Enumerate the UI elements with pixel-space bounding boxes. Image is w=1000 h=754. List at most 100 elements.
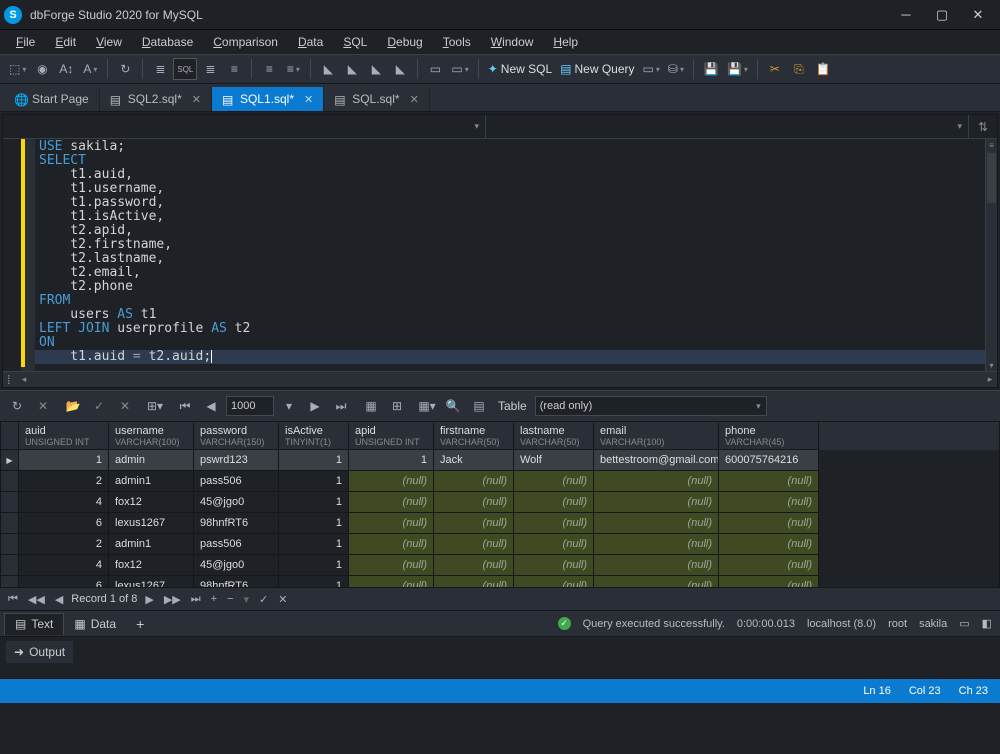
window-icon[interactable]: ▭: [424, 58, 446, 80]
table-row[interactable]: 2admin1pass5061(null)(null)(null)(null)(…: [1, 534, 999, 555]
menu-window[interactable]: Window: [483, 33, 542, 51]
cell[interactable]: (null): [434, 492, 514, 513]
row-handle[interactable]: [1, 450, 19, 471]
cell[interactable]: 1: [349, 450, 434, 471]
menu-database[interactable]: Database: [134, 33, 201, 51]
cell[interactable]: (null): [719, 555, 819, 576]
row-handle[interactable]: [1, 492, 19, 513]
row-handle[interactable]: [1, 471, 19, 492]
cell[interactable]: 45@jgo0: [194, 555, 279, 576]
grid-options-icon[interactable]: ⊞▾: [144, 395, 166, 417]
paste-icon[interactable]: 📋: [812, 58, 834, 80]
folder-icon[interactable]: ▭▾: [640, 58, 663, 80]
grid-body[interactable]: 1adminpswrd12311JackWolfbettestroom@gmai…: [1, 450, 999, 587]
cell[interactable]: 600075764216: [719, 450, 819, 471]
scrollbar-thumb[interactable]: [987, 153, 996, 203]
nav-add-icon[interactable]: +: [209, 593, 219, 605]
last-page-icon[interactable]: ⏭: [330, 395, 352, 417]
code-line[interactable]: t1.password,: [39, 196, 981, 210]
cell[interactable]: (null): [719, 471, 819, 492]
code-line[interactable]: LEFT JOIN userprofile AS t2: [39, 322, 981, 336]
cell[interactable]: (null): [719, 534, 819, 555]
camera-icon[interactable]: ◉: [31, 58, 53, 80]
menu-view[interactable]: View: [88, 33, 130, 51]
cell[interactable]: (null): [349, 576, 434, 587]
outdent-icon[interactable]: ≣: [199, 58, 221, 80]
prev-page-icon[interactable]: ◀: [200, 395, 222, 417]
nav-last-icon[interactable]: ⏭: [189, 593, 203, 606]
cell[interactable]: 6: [19, 513, 109, 534]
menu-debug[interactable]: Debug: [379, 33, 430, 51]
split-handle-icon[interactable]: ⡇: [3, 372, 17, 387]
nav-cancel-icon[interactable]: ✕: [276, 593, 289, 606]
cell[interactable]: (null): [594, 576, 719, 587]
code-line[interactable]: t2.lastname,: [39, 252, 981, 266]
table-row[interactable]: 6lexus126798hnfRT61(null)(null)(null)(nu…: [1, 576, 999, 587]
indent-icon[interactable]: ≣: [149, 58, 171, 80]
data-tab[interactable]: ▦Data: [64, 613, 126, 635]
scroll-right-icon[interactable]: ▸: [983, 372, 997, 387]
cell[interactable]: lexus1267: [109, 513, 194, 534]
cancel-icon[interactable]: ✕: [32, 395, 54, 417]
cell[interactable]: bettestroom@gmail.com: [594, 450, 719, 471]
code-line[interactable]: FROM: [39, 294, 981, 308]
table-row[interactable]: 4fox1245@jgo01(null)(null)(null)(null)(n…: [1, 555, 999, 576]
code-line[interactable]: t2.firstname,: [39, 238, 981, 252]
cell[interactable]: (null): [514, 576, 594, 587]
breakpoint-margin[interactable]: [3, 139, 21, 371]
cell[interactable]: (null): [719, 576, 819, 587]
cell[interactable]: lexus1267: [109, 576, 194, 587]
cell[interactable]: (null): [349, 513, 434, 534]
window2-icon[interactable]: ▭▾: [448, 58, 471, 80]
cell[interactable]: (null): [514, 471, 594, 492]
cell[interactable]: 2: [19, 534, 109, 555]
column-firstname[interactable]: firstnameVARCHAR(50): [434, 422, 514, 450]
cell[interactable]: 1: [279, 555, 349, 576]
close-tab-icon[interactable]: ✕: [304, 93, 313, 106]
column-auid[interactable]: auidUNSIGNED INT: [19, 422, 109, 450]
code-line[interactable]: t1.isActive,: [39, 210, 981, 224]
cell[interactable]: (null): [719, 492, 819, 513]
refresh-results-icon[interactable]: ↻: [6, 395, 28, 417]
add-tab-button[interactable]: +: [126, 613, 154, 635]
nav-next-icon[interactable]: ▶: [143, 593, 155, 606]
comment-icon[interactable]: ≡: [258, 58, 280, 80]
maximize-button[interactable]: ▢: [924, 5, 960, 25]
code-line[interactable]: t1.auid = t2.auid;: [39, 350, 981, 364]
apply-icon[interactable]: ✓: [88, 395, 110, 417]
new-query-button[interactable]: ▤New Query: [557, 58, 637, 80]
new-sql-button[interactable]: ✦New SQL: [485, 58, 555, 80]
cell[interactable]: 98hnfRT6: [194, 576, 279, 587]
status-pin-icon[interactable]: ◧: [982, 617, 992, 630]
row-handle[interactable]: [1, 513, 19, 534]
nav-next-page-icon[interactable]: ▶▶: [162, 593, 183, 606]
cell[interactable]: (null): [594, 555, 719, 576]
cell[interactable]: Wolf: [514, 450, 594, 471]
scroll-down-icon[interactable]: ▾: [986, 359, 997, 371]
table-row[interactable]: 2admin1pass5061(null)(null)(null)(null)(…: [1, 471, 999, 492]
fold-gutter[interactable]: [21, 139, 35, 371]
cell[interactable]: (null): [594, 492, 719, 513]
next-page-icon[interactable]: ▶: [304, 395, 326, 417]
row-handle[interactable]: [1, 555, 19, 576]
close-window-button[interactable]: ✕: [960, 5, 996, 25]
menu-edit[interactable]: Edit: [47, 33, 84, 51]
table-row[interactable]: 6lexus126798hnfRT61(null)(null)(null)(nu…: [1, 513, 999, 534]
menu-file[interactable]: File: [8, 33, 43, 51]
pivot-icon[interactable]: ▦▾: [416, 395, 438, 417]
code-line[interactable]: t1.auid,: [39, 168, 981, 182]
code-line[interactable]: users AS t1: [39, 308, 981, 322]
copy-icon[interactable]: ⎘: [788, 58, 810, 80]
menu-sql[interactable]: SQL: [335, 33, 375, 51]
column-apid[interactable]: apidUNSIGNED INT: [349, 422, 434, 450]
minimize-button[interactable]: ─: [888, 5, 924, 25]
cell[interactable]: (null): [594, 513, 719, 534]
editor-breadcrumb-left[interactable]: ▾: [3, 115, 486, 138]
tab-sql1sql[interactable]: ▤SQL1.sql*✕: [212, 87, 324, 111]
cell[interactable]: (null): [434, 471, 514, 492]
page-dd-icon[interactable]: ▾: [278, 395, 300, 417]
cell[interactable]: pass506: [194, 471, 279, 492]
cell[interactable]: 1: [279, 471, 349, 492]
code-line[interactable]: ON: [39, 336, 981, 350]
bookmark-icon[interactable]: ◣: [317, 58, 339, 80]
